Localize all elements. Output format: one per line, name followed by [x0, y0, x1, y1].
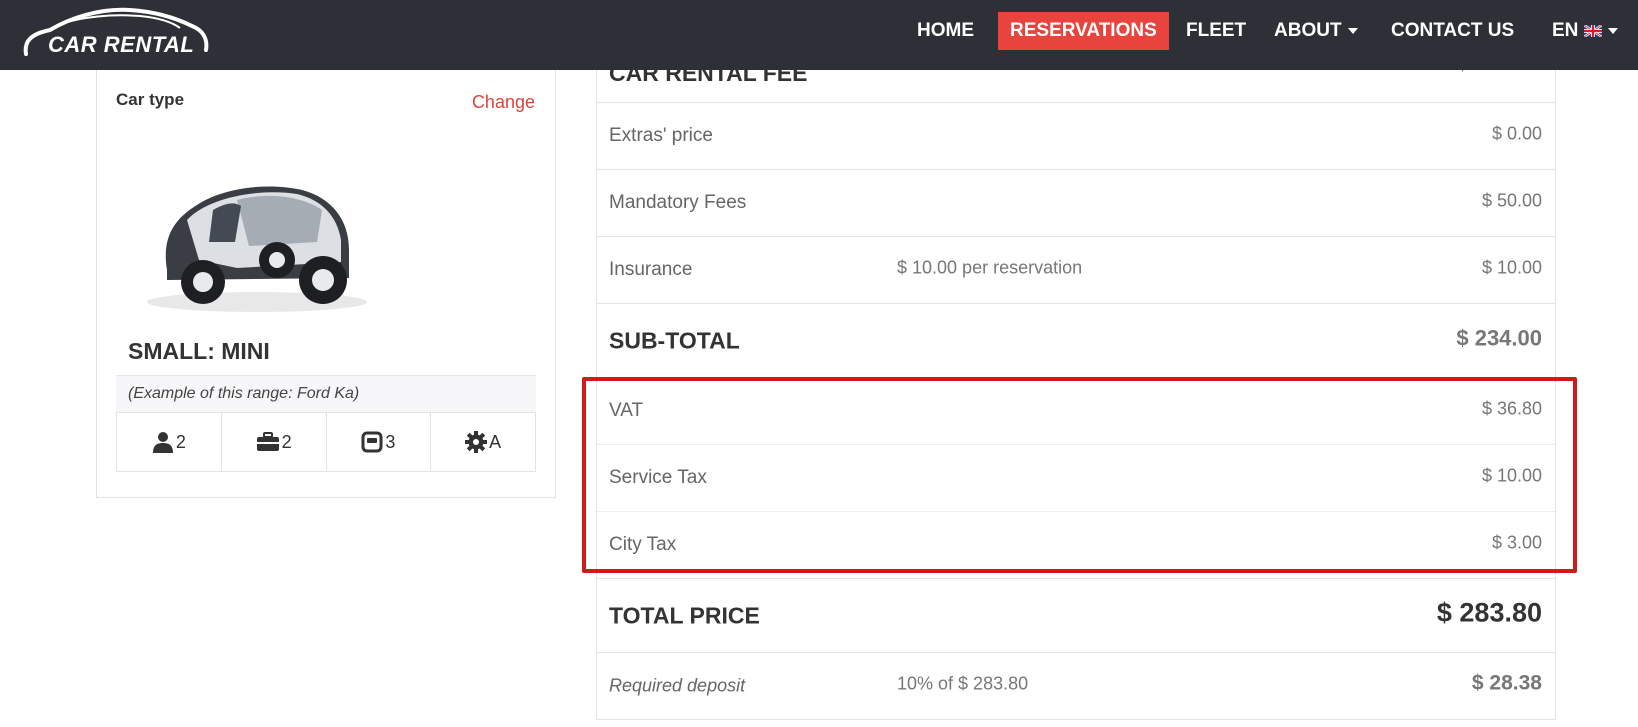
nav-reservations[interactable]: RESERVATIONS	[998, 12, 1169, 50]
price-row-insurance: Insurance $ 10.00 per reservation $ 10.0…	[597, 237, 1555, 304]
price-label: TOTAL PRICE	[609, 602, 760, 628]
price-row-extras: Extras' price $ 0.00	[597, 103, 1555, 170]
price-value: $ 283.80	[1436, 596, 1542, 627]
card-title: Car type	[116, 90, 185, 109]
spec-passengers-value: 2	[175, 431, 186, 452]
price-value: $ 234.00	[1456, 324, 1542, 350]
price-value: $ 28.38	[1471, 671, 1542, 695]
price-row-vat: VAT $ 36.80	[597, 378, 1555, 445]
price-value: $ 50.00	[1481, 190, 1542, 211]
car-specs: 2 2 3 A	[116, 412, 536, 472]
gear-icon	[465, 431, 488, 453]
price-note: 10% of $ 283.80	[897, 673, 1029, 694]
price-row-service-tax: Service Tax $ 10.00	[597, 445, 1555, 512]
price-value: $ 36.80	[1481, 398, 1542, 419]
caret-down-icon	[1608, 27, 1619, 34]
nav-about[interactable]: ABOUT	[1274, 12, 1358, 50]
uk-flag-icon	[1584, 24, 1603, 37]
price-row-total: TOTAL PRICE $ 283.80	[597, 579, 1555, 653]
price-label: Required deposit	[609, 675, 746, 696]
price-row-mandatory-fees: Mandatory Fees $ 50.00	[597, 170, 1555, 237]
price-label: VAT	[609, 400, 644, 421]
main-nav: HOME RESERVATIONS FLEET ABOUT CONTACT US…	[0, 12, 1638, 50]
price-label: Mandatory Fees	[609, 192, 747, 213]
price-value: $ 0.00	[1491, 123, 1542, 144]
price-label: City Tax	[609, 534, 677, 555]
nav-fleet[interactable]: FLEET	[1186, 12, 1246, 50]
price-value: $ 3.00	[1491, 532, 1542, 553]
car-example: (Example of this range: Ford Ka)	[116, 375, 536, 413]
briefcase-icon	[256, 432, 279, 451]
price-note: $ 10.00 per reservation	[897, 257, 1083, 278]
price-row-deposit: Required deposit 10% of $ 283.80 $ 28.38	[597, 653, 1555, 720]
nav-contact[interactable]: CONTACT US	[1391, 12, 1514, 50]
spec-passengers: 2	[117, 413, 222, 471]
spec-doors: 3	[327, 413, 432, 471]
user-icon	[152, 432, 173, 453]
spec-transmission-value: A	[489, 431, 502, 452]
caret-down-icon	[1347, 27, 1358, 34]
spec-luggage: 2	[222, 413, 327, 471]
price-label: SUB-TOTAL	[609, 327, 740, 353]
car-name: SMALL: MINI	[128, 338, 270, 364]
price-row-subtotal: SUB-TOTAL $ 234.00	[597, 304, 1555, 378]
price-label: Insurance	[609, 259, 693, 280]
car-image	[117, 150, 392, 320]
price-table: CAR RENTAL FEE $ 174.00 Extras' price $ …	[596, 30, 1556, 720]
price-value: $ 10.00	[1481, 257, 1542, 278]
spec-luggage-value: 2	[281, 431, 292, 452]
spec-doors-value: 3	[385, 431, 396, 452]
language-selector[interactable]: EN	[1552, 12, 1619, 50]
price-value: $ 10.00	[1481, 465, 1542, 486]
price-label: Extras' price	[609, 125, 713, 146]
car-type-card: Car type Change SMALL: MINI (Example of …	[96, 62, 556, 498]
change-car-link[interactable]: Change	[472, 92, 535, 113]
spec-transmission: A	[431, 413, 535, 471]
price-label: Service Tax	[609, 467, 707, 488]
door-icon	[361, 431, 383, 453]
nav-about-label: ABOUT	[1274, 20, 1342, 41]
nav-home[interactable]: HOME	[917, 12, 974, 50]
language-label: EN	[1552, 20, 1579, 41]
top-navbar: CAR RENTAL HOME RESERVATIONS FLEET ABOUT…	[0, 0, 1638, 70]
price-row-city-tax: City Tax $ 3.00	[597, 512, 1555, 579]
